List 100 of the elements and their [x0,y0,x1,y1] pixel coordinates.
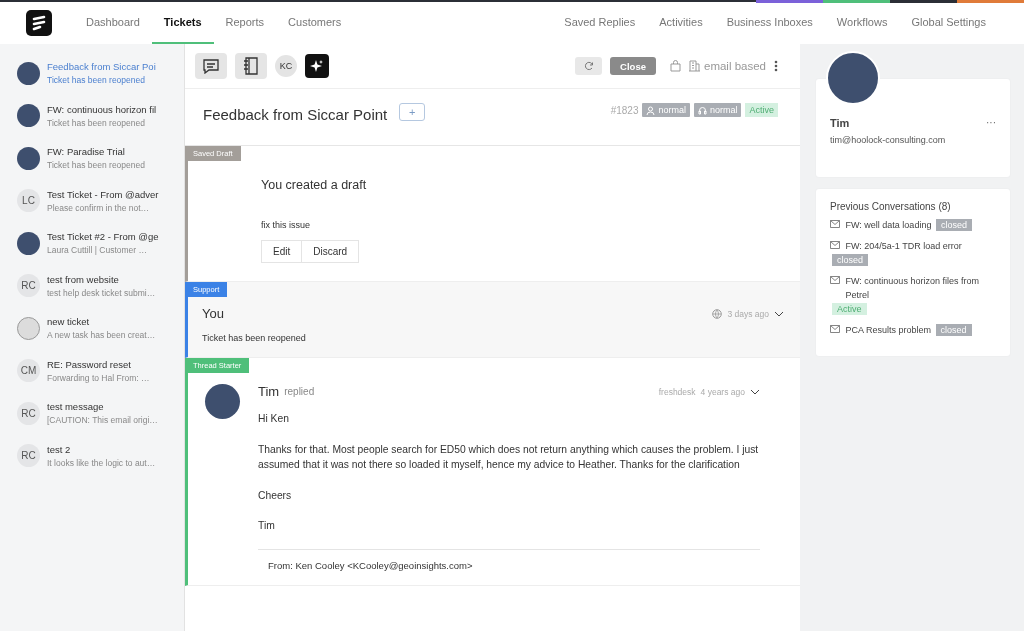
status-tag: Active [832,303,867,315]
ticket-list-item[interactable]: FW: Paradise Trial Ticket has been reopened [0,137,184,180]
ticket-list-item[interactable]: RC test from website test help desk ticket submi… [0,264,184,307]
draft-action-button[interactable]: Edit [261,240,303,263]
nav-link[interactable]: Business Inboxes [714,2,825,44]
globe-icon [712,308,723,319]
chat-icon[interactable] [195,53,227,79]
avatar-photo-placeholder [17,61,40,85]
draft-action-button[interactable]: Discard [302,240,360,263]
status-tag: closed [935,219,972,231]
channel-label: email based [704,60,766,72]
avatar-photo-placeholder [17,104,40,128]
avatar-photo-placeholder [17,146,40,170]
card-title: Previous Conversations (8) [830,201,952,212]
initials-avatar: CM [17,359,40,383]
conversation-link[interactable]: FW: 204/5a-1 TDR load error [845,239,962,253]
initials-avatar: LC [17,189,40,213]
avatar-picture-placeholder [17,316,40,340]
conversation-link[interactable]: PCA Results problem [845,323,932,337]
reply-author: Tim [258,384,280,399]
ticket-title: test from website [47,273,120,285]
nav-link[interactable]: Saved Replies [552,2,648,44]
envelope-icon [830,241,840,249]
ticket-title: Test Ticket #2 - From @ge [47,231,159,243]
ticket-preview: Forwarding to Hal From: … [47,372,150,383]
quoted-header: From: Ken Cooley <KCooley@geoinsights.com> [267,559,474,571]
envelope-icon [830,325,840,333]
ticket-title: Feedback from Siccar Poi [47,61,156,73]
ticket-list-item[interactable]: LC Test Ticket - From @adver Please confirm in the not… [0,179,184,222]
ticket-title: test message [47,401,105,413]
agent-tag: normal [693,103,742,117]
ticket-preview: [CAUTION: This email origi… [47,415,158,426]
ticket-list-item[interactable]: RC test 2 It looks like the logic to aut… [0,434,184,477]
ticket-preview: Laura Cuttill | Customer … [47,245,148,256]
more-menu-icon[interactable] [774,60,778,72]
chevron-down-icon[interactable] [774,310,784,317]
sparkle-icon[interactable] [305,54,329,78]
draft-text: fix this issue [261,220,312,230]
note-text: Ticket has been reopened [202,333,307,343]
reply-source: freshdesk [658,386,696,397]
reply-time: 4 years ago [700,386,745,397]
envelope-icon [830,276,840,284]
priority-tag: normal [642,103,690,117]
ticket-subject: Feedback from Siccar Point [203,106,388,123]
initials-avatar: RC [17,274,40,298]
conversation-link[interactable]: FW: well data loading [845,218,932,232]
ticket-preview: A new task has been creat… [47,330,156,341]
ticket-list-item[interactable]: Feedback from Siccar Poi Ticket has been reopened [0,52,184,95]
ticket-title: FW: Paradise Trial [47,146,126,158]
nav-link[interactable]: Activities [647,2,715,44]
ticket-preview: Ticket has been reopened [47,75,146,86]
envelope-icon [830,220,840,228]
nav-tab[interactable]: Dashboard [74,2,152,44]
status-tag: closed [935,324,972,336]
nav-tab[interactable]: Customers [276,2,354,44]
avatar-photo-placeholder [205,384,240,419]
ticket-preview: It looks like the logic to aut… [47,457,156,468]
ticket-preview: Ticket has been reopened [47,160,145,171]
nav-tab[interactable]: Reports [213,2,277,44]
chevron-down-icon[interactable] [750,388,760,395]
ticket-list-item[interactable]: FW: continuous horizon fil Ticket has been reopened [0,94,184,137]
status-tag: Active [745,103,778,117]
reply-paragraph: Hi Ken [258,412,290,426]
ticket-title: new ticket [47,316,91,328]
ticket-list-item[interactable]: CM RE: Password reset Forwarding to Hal From: … [0,349,184,392]
reply-paragraph: Cheers [258,488,293,503]
ticket-list-item[interactable]: new ticket A new task has been creat… [0,307,184,350]
ticket-number: #1823 [610,104,639,116]
notebook-icon[interactable] [235,53,267,79]
ticket-list-item[interactable]: RC test message [CAUTION: This email origi… [0,392,184,435]
contact-name: Tim [830,117,850,129]
person-icon [646,105,656,115]
status-tag: closed [832,254,868,266]
nav-link[interactable]: Workflows [824,2,900,44]
agent-initials-avatar[interactable]: KC [275,55,297,77]
note-author: You [202,306,224,321]
ticket-preview: Ticket has been reopened [47,117,146,128]
ticket-title: RE: Password reset [47,358,132,370]
headset-icon [697,105,707,115]
initials-avatar: RC [17,401,40,425]
initials-avatar: RC [17,444,40,468]
note-time: 3 days ago [727,308,769,319]
reply-verb: replied [284,386,315,397]
reply-paragraph: Tim [258,519,276,533]
contact-menu-button[interactable]: ··· [986,117,996,129]
contact-email: tim@hoolock-consulting.com [830,135,946,145]
ticket-title: Test Ticket - From @adver [47,188,159,200]
avatar-photo-placeholder [17,231,40,255]
ticket-preview: Please confirm in the not… [47,202,151,213]
ticket-preview: test help desk ticket submi… [47,287,156,298]
building-icon [689,60,700,72]
ticket-title: FW: continuous horizon fil [47,103,157,115]
ticket-list-item[interactable]: Test Ticket #2 - From @ge Laura Cuttill | Customer … [0,222,184,265]
ticket-title: test 2 [47,443,72,455]
draft-heading: You created a draft [261,178,368,192]
refresh-icon[interactable] [575,57,603,75]
nav-link[interactable]: Global Settings [899,2,998,44]
conversation-link[interactable]: FW: continuous horizon files from Petrel [845,274,986,302]
reply-paragraph: Thanks for that. Most people search for ED50 which does not return anything which causes the problem. I just assumed that it was not there so loaded it myself, hence my advice to Heather. Thanks for the clarification [258,442,760,472]
app-logo-icon[interactable] [26,10,52,36]
